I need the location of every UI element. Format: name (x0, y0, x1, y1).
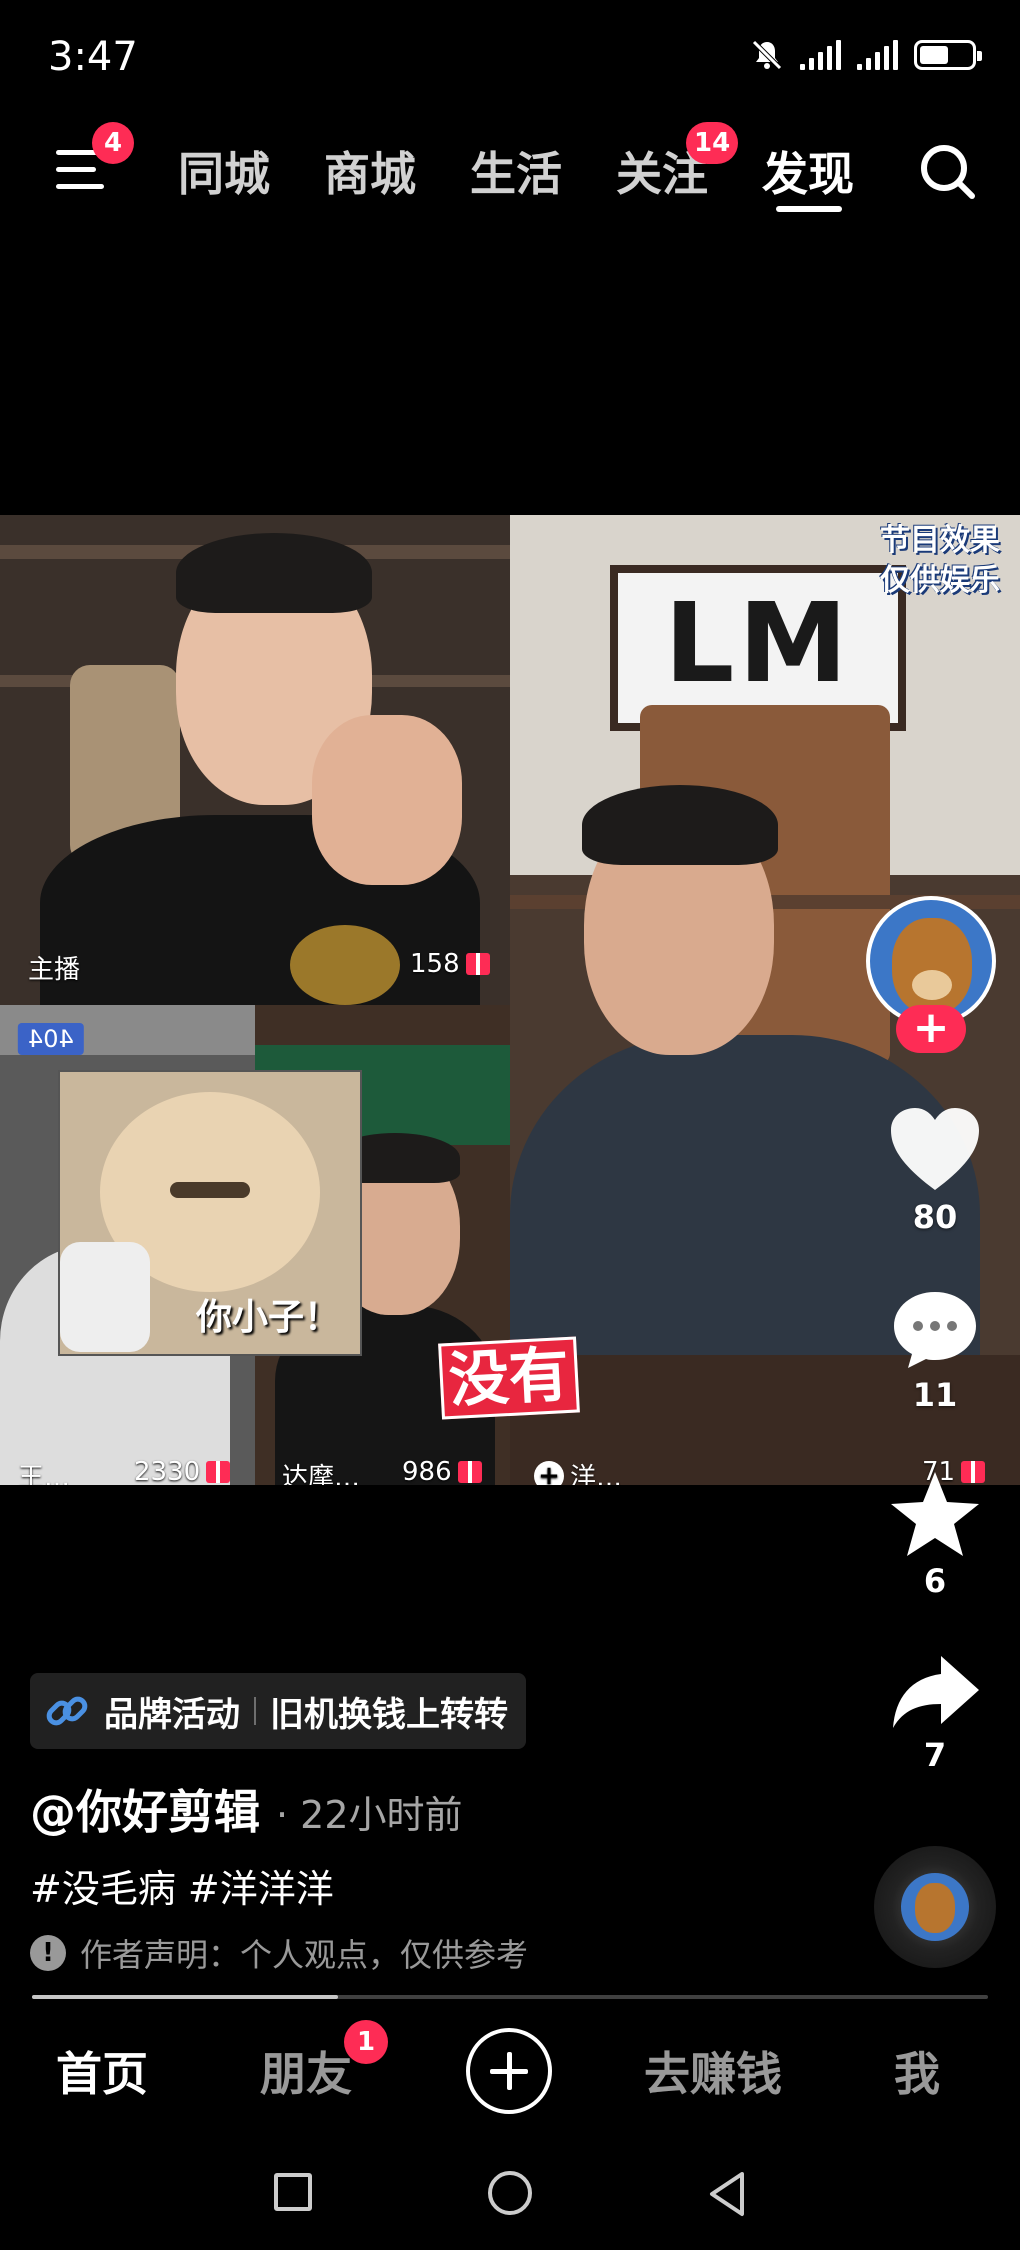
home-circle-icon[interactable] (488, 2171, 532, 2215)
tab-earn[interactable]: 去赚钱 (644, 2038, 782, 2104)
signal-1-icon (800, 40, 841, 70)
promo-divider (254, 1697, 256, 1725)
promo-tag-label: 品牌活动 (104, 1694, 240, 1735)
tab-me[interactable]: 我 (894, 2038, 940, 2104)
share-count: 7 (923, 1736, 947, 1774)
follow-button[interactable]: + (896, 1005, 966, 1053)
brand-promo-tag[interactable]: 品牌活动 旧机换钱上转转 (30, 1673, 526, 1749)
like-button[interactable]: 80 (860, 1106, 1010, 1236)
friends-badge: 1 (344, 2020, 388, 2064)
host-label: 主播 (28, 955, 81, 985)
tab-mall[interactable]: 商城 (324, 138, 416, 204)
top-nav: 4 同城 商城 生活 关注 14 发现 (0, 122, 1020, 222)
warning-icon: ! (30, 1935, 66, 1971)
share-arrow-icon (893, 1656, 979, 1728)
guest2-name: 达摩… (282, 1463, 361, 1485)
status-icons (750, 38, 982, 72)
host-gifts: 158 (410, 949, 490, 979)
notice-text: 作者声明：个人观点，仅供参考 (80, 1936, 529, 1974)
host-tile: 主播 158 (0, 515, 510, 1005)
gift-icon (206, 1461, 231, 1483)
favorite-count: 6 (923, 1562, 947, 1600)
meme-caption: 你小子！ (195, 1297, 340, 1338)
post-time: · 22小时前 (276, 1793, 463, 1837)
guest1-gifts: 2330 (134, 1457, 231, 1485)
share-button[interactable]: 7 (860, 1652, 1010, 1774)
guest2-gifts: 986 (402, 1457, 482, 1485)
heart-icon (891, 1108, 979, 1190)
entertainment-disclaimer-overlay: 节目效果 仅供娱乐 (880, 523, 1000, 598)
author-notice: ! 作者声明：个人观点，仅供参考 (30, 1930, 528, 1976)
tile-404-tag: 404 (18, 1023, 84, 1055)
link-icon (46, 1696, 88, 1726)
following-badge: 14 (686, 122, 739, 164)
meme-sticker: 你小子！ (58, 1070, 362, 1356)
guest3-name: + 洋… (534, 1457, 622, 1485)
tab-home[interactable]: 首页 (56, 2038, 148, 2104)
back-triangle-icon[interactable] (706, 2170, 746, 2218)
guest1-name: 王… (18, 1463, 71, 1485)
promo-text: 旧机换钱上转转 (270, 1694, 508, 1735)
status-time: 3:47 (48, 34, 138, 80)
comment-icon (894, 1292, 976, 1368)
mute-bell-icon (752, 40, 782, 70)
gift-icon (457, 1461, 482, 1483)
battery-icon (914, 40, 982, 70)
tab-nearby[interactable]: 同城 (178, 138, 270, 204)
tab-discover[interactable]: 发现 (762, 138, 854, 204)
favorite-button[interactable]: 6 (860, 1470, 1010, 1600)
tab-friends[interactable]: 朋友 (260, 2038, 352, 2104)
active-tab-underline (776, 206, 842, 212)
music-disc[interactable] (874, 1846, 996, 1968)
search-icon[interactable] (916, 140, 980, 204)
hashtags[interactable]: #没毛病 #洋洋洋 (30, 1858, 334, 1913)
signal-2-icon (857, 40, 898, 70)
comment-count: 11 (912, 1376, 958, 1414)
like-count: 80 (912, 1198, 958, 1236)
video-progress-bar[interactable] (32, 1995, 988, 1999)
create-plus-icon[interactable] (466, 2028, 552, 2114)
comment-button[interactable]: 11 (860, 1288, 1010, 1414)
author-name[interactable]: @你好剪辑 (30, 1776, 260, 1842)
recents-square-icon[interactable] (274, 2173, 312, 2211)
no-sticker: 没有 (438, 1336, 580, 1420)
tab-life[interactable]: 生活 (470, 138, 562, 204)
gift-icon (465, 953, 490, 975)
add-guest-icon[interactable]: + (534, 1460, 564, 1485)
star-icon (891, 1472, 979, 1556)
menu-badge: 4 (92, 122, 134, 164)
